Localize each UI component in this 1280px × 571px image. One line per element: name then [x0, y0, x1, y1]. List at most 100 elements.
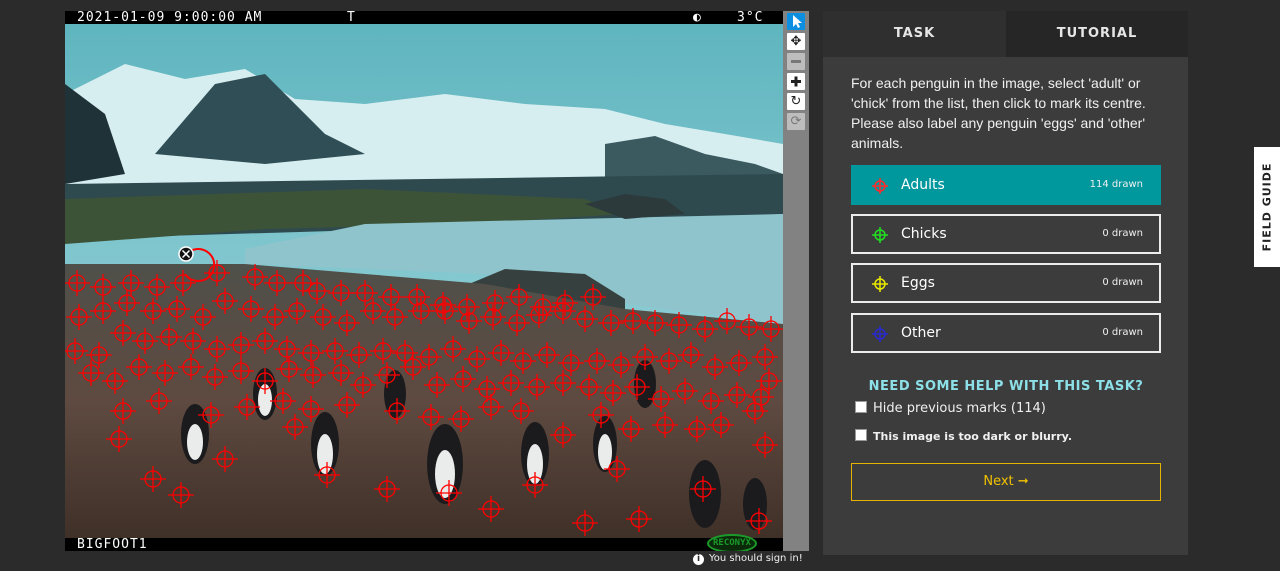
adult-mark[interactable]	[440, 336, 466, 362]
adult-mark[interactable]	[282, 414, 308, 440]
adult-mark[interactable]	[90, 274, 116, 300]
adult-mark[interactable]	[708, 412, 734, 438]
adult-mark[interactable]	[550, 422, 576, 448]
adult-mark[interactable]	[408, 298, 434, 324]
adult-mark[interactable]	[522, 472, 548, 498]
adult-mark[interactable]	[314, 462, 340, 488]
rotate-icon[interactable]: ↻	[787, 93, 805, 110]
adult-mark[interactable]	[508, 398, 534, 424]
adult-mark[interactable]	[626, 506, 652, 532]
adult-mark[interactable]	[692, 316, 718, 342]
adult-mark[interactable]	[424, 372, 450, 398]
adult-mark[interactable]	[110, 398, 136, 424]
adult-mark[interactable]	[530, 294, 556, 320]
adult-mark[interactable]	[146, 388, 172, 414]
adult-mark[interactable]	[534, 342, 560, 368]
subject-image[interactable]: 2021-01-09 9:00:00 AM T ◐ 3°C BIGFOOT1 R…	[65, 11, 783, 551]
adult-mark[interactable]	[78, 360, 104, 386]
adult-mark[interactable]	[180, 328, 206, 354]
next-button[interactable]: Next ➞	[851, 463, 1161, 501]
adult-mark[interactable]	[228, 332, 254, 358]
adult-mark[interactable]	[274, 336, 300, 362]
adult-mark[interactable]	[178, 354, 204, 380]
adult-mark[interactable]	[698, 388, 724, 414]
adult-mark[interactable]	[478, 394, 504, 420]
adult-mark[interactable]	[170, 270, 196, 296]
adult-mark[interactable]	[212, 288, 238, 314]
adult-mark[interactable]	[262, 304, 288, 330]
adult-mark[interactable]	[450, 366, 476, 392]
adult-mark[interactable]	[202, 364, 228, 390]
choice-adults[interactable]: Adults 114 drawn	[851, 165, 1161, 205]
field-guide-tab[interactable]: FIELD GUIDE	[1254, 147, 1280, 267]
adult-mark[interactable]	[652, 412, 678, 438]
adult-mark[interactable]	[65, 338, 88, 364]
adult-mark[interactable]	[742, 398, 768, 424]
adult-mark[interactable]	[506, 284, 532, 310]
adult-mark[interactable]	[418, 404, 444, 430]
adult-mark[interactable]	[198, 402, 224, 428]
adult-mark[interactable]	[690, 476, 716, 502]
adult-mark[interactable]	[474, 376, 500, 402]
adult-mark[interactable]	[632, 344, 658, 370]
adult-mark[interactable]	[648, 386, 674, 412]
adult-mark[interactable]	[66, 304, 92, 330]
adult-mark[interactable]	[642, 310, 668, 336]
hide-marks-checkbox[interactable]: Hide previous marks (114)	[855, 401, 1046, 416]
adult-mark[interactable]	[684, 416, 710, 442]
adult-mark[interactable]	[736, 314, 762, 340]
adult-mark[interactable]	[600, 380, 626, 406]
adult-mark[interactable]	[86, 342, 112, 368]
adult-mark[interactable]	[384, 398, 410, 424]
adult-mark[interactable]	[436, 480, 462, 506]
adult-mark[interactable]	[510, 348, 536, 374]
adult-mark[interactable]	[65, 270, 90, 296]
adult-mark[interactable]	[374, 476, 400, 502]
adult-mark[interactable]	[334, 392, 360, 418]
adult-mark[interactable]	[156, 324, 182, 350]
adult-mark[interactable]	[550, 298, 576, 324]
adult-mark[interactable]	[714, 308, 740, 334]
adult-mark[interactable]	[300, 362, 326, 388]
adult-mark[interactable]	[190, 304, 216, 330]
adult-mark[interactable]	[298, 340, 324, 366]
adult-mark[interactable]	[140, 466, 166, 492]
adult-mark[interactable]	[304, 278, 330, 304]
adult-mark[interactable]	[558, 350, 584, 376]
adult-mark[interactable]	[328, 280, 354, 306]
adult-mark[interactable]	[504, 310, 530, 336]
adult-mark[interactable]	[672, 378, 698, 404]
checkbox-box[interactable]	[855, 429, 867, 441]
adult-mark[interactable]	[478, 496, 504, 522]
adult-mark[interactable]	[90, 298, 116, 324]
adult-mark[interactable]	[276, 356, 302, 382]
adult-mark[interactable]	[498, 370, 524, 396]
adult-mark[interactable]	[204, 260, 230, 286]
adult-mark[interactable]	[576, 374, 602, 400]
choice-eggs[interactable]: Eggs 0 drawn	[851, 263, 1161, 303]
move-icon[interactable]: ✥	[787, 33, 805, 50]
adult-mark[interactable]	[702, 354, 728, 380]
adult-mark[interactable]	[656, 348, 682, 374]
adult-mark[interactable]	[666, 312, 692, 338]
adult-mark[interactable]	[448, 406, 474, 432]
adult-mark[interactable]	[400, 354, 426, 380]
adult-mark[interactable]	[228, 358, 254, 384]
adult-mark[interactable]	[168, 482, 194, 508]
adult-mark[interactable]	[106, 426, 132, 452]
adult-mark[interactable]	[752, 432, 778, 458]
tab-task[interactable]: TASK	[823, 11, 1006, 57]
adult-mark[interactable]	[572, 306, 598, 332]
adult-mark[interactable]	[126, 354, 152, 380]
choice-chicks[interactable]: Chicks 0 drawn	[851, 214, 1161, 254]
help-link[interactable]: NEED SOME HELP WITH THIS TASK?	[851, 379, 1161, 394]
adult-mark[interactable]	[204, 336, 230, 362]
adult-mark[interactable]	[580, 284, 606, 310]
adult-mark[interactable]	[152, 360, 178, 386]
adult-mark[interactable]	[140, 298, 166, 324]
adult-mark[interactable]	[284, 298, 310, 324]
checkbox-box[interactable]	[855, 401, 867, 413]
adult-mark[interactable]	[758, 316, 783, 342]
adult-mark[interactable]	[624, 374, 650, 400]
adult-mark[interactable]	[584, 348, 610, 374]
